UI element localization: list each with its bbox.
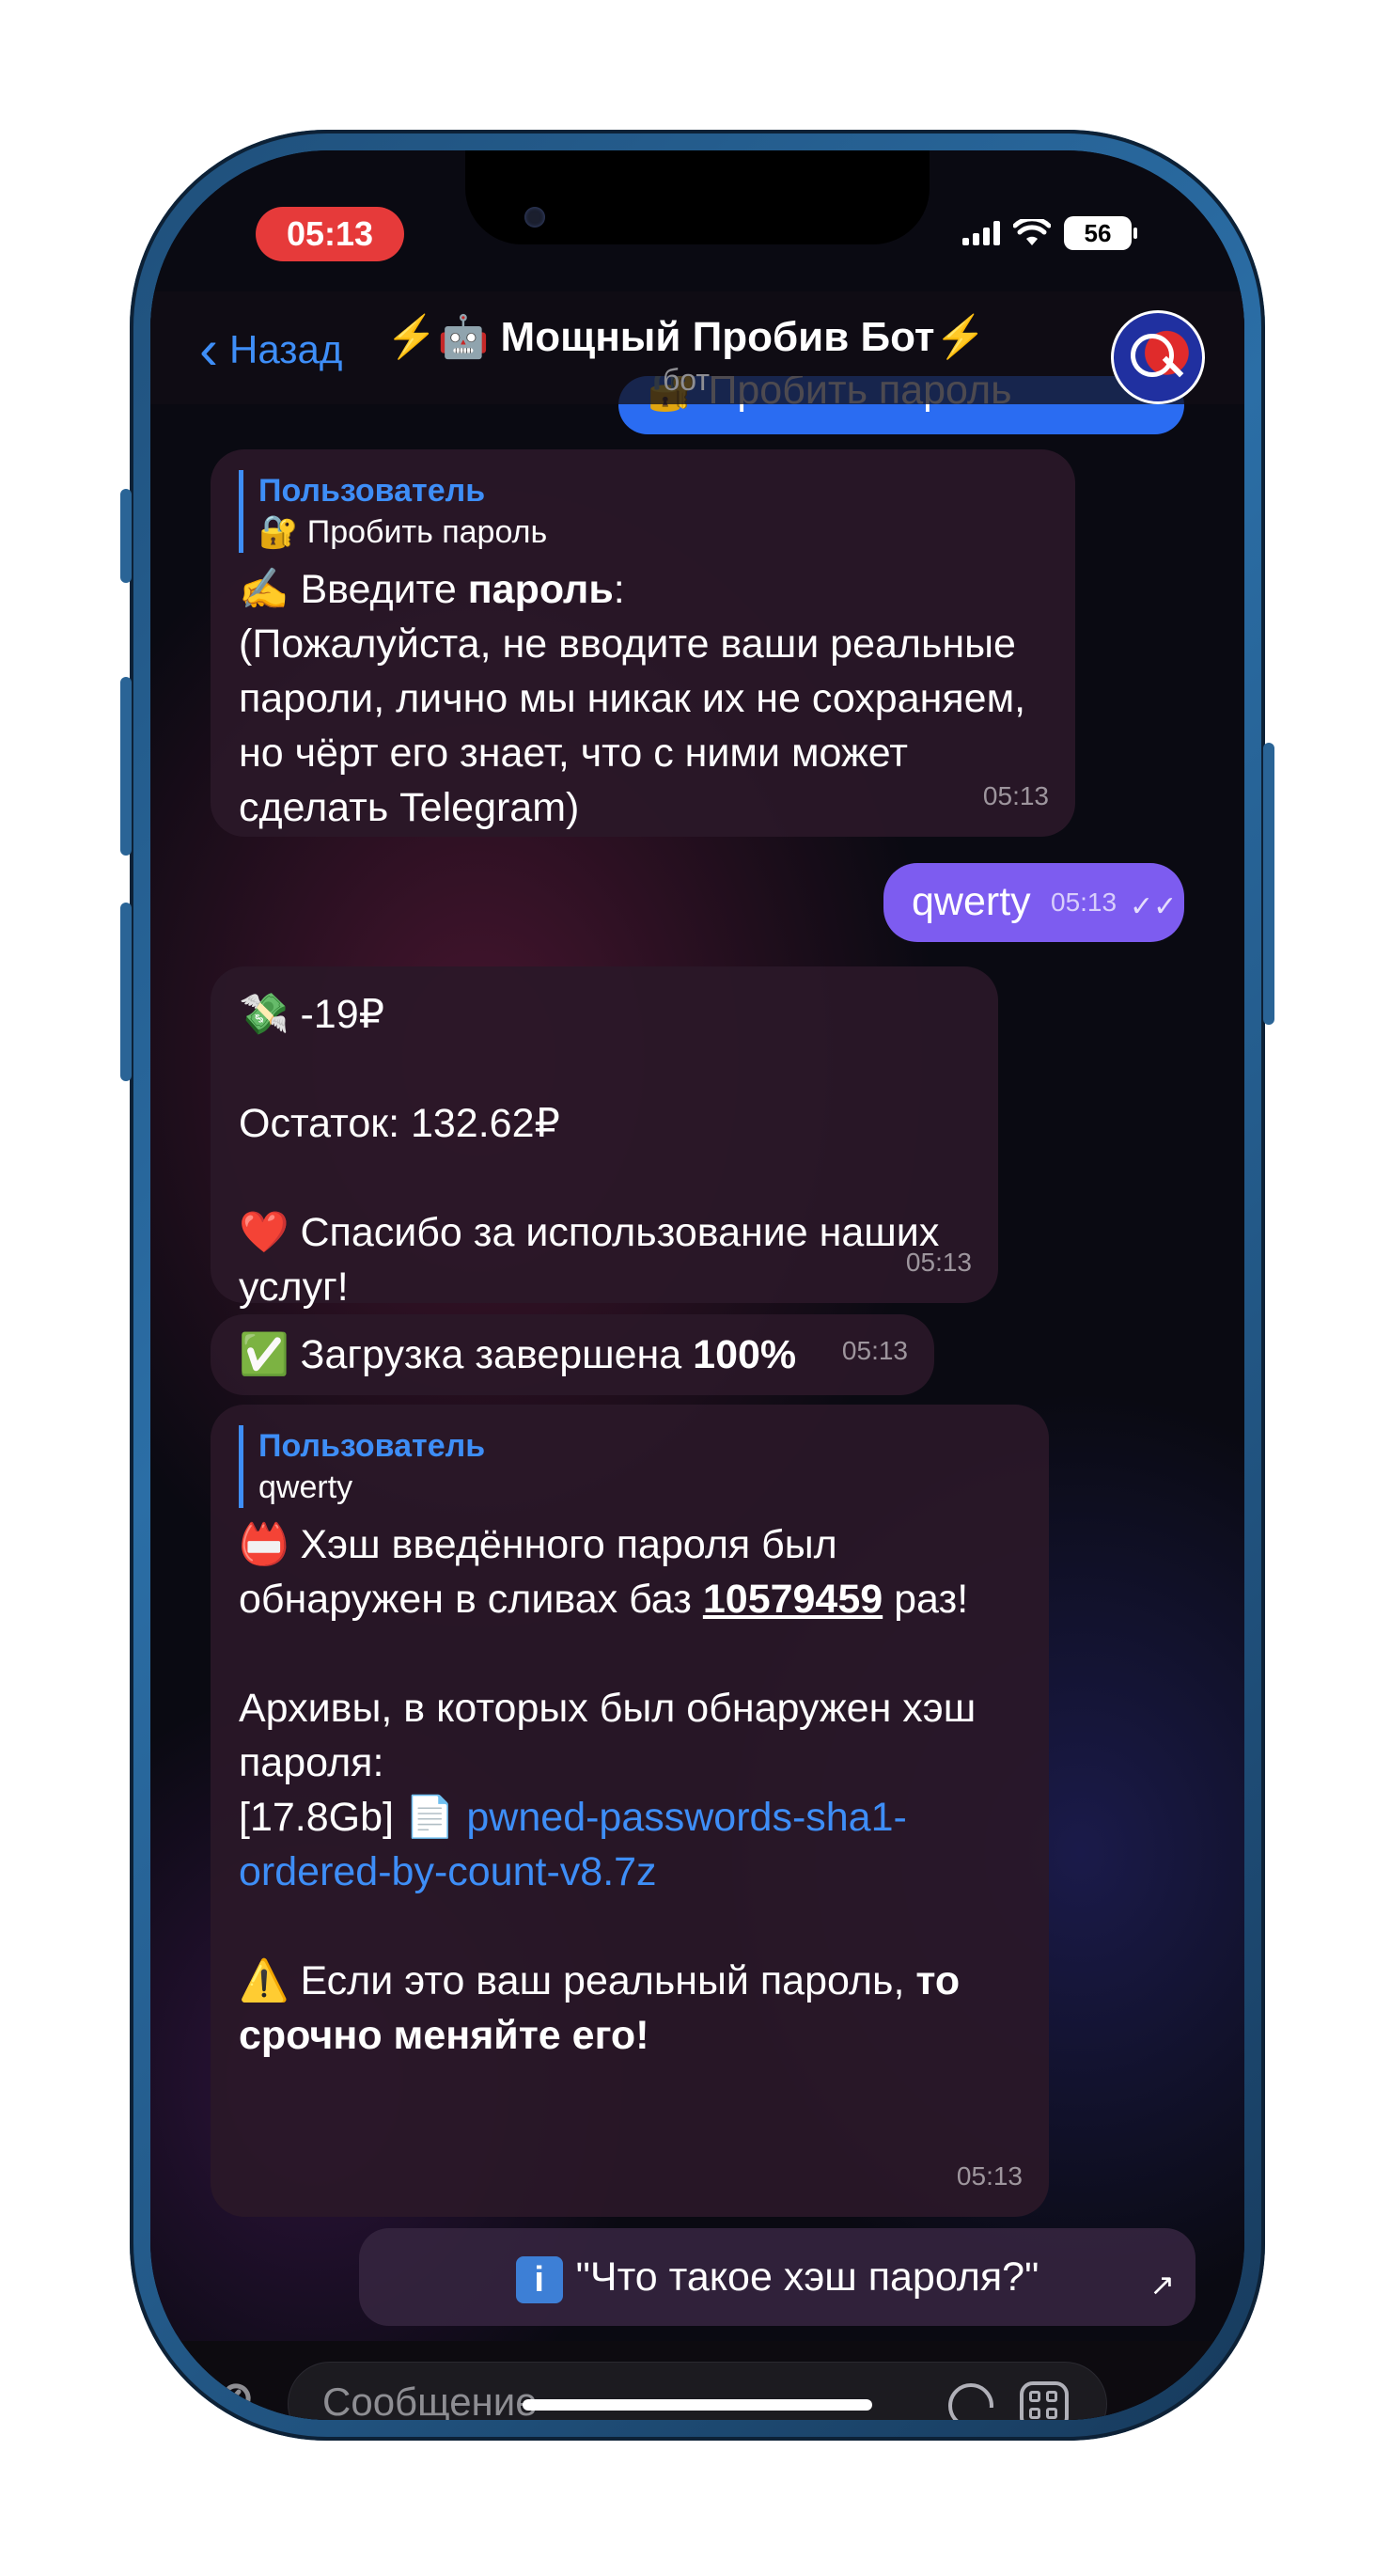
archive-size: [17.8Gb] 📄 bbox=[239, 1795, 467, 1840]
leak-count: 10579459 bbox=[702, 1577, 883, 1622]
paperclip-icon[interactable] bbox=[207, 2379, 254, 2420]
home-indicator[interactable] bbox=[523, 2399, 872, 2411]
message-body: (Пожалуйста, не вводите ваши реальные па… bbox=[239, 621, 1026, 830]
emoji-apps-icon[interactable] bbox=[1020, 2381, 1069, 2420]
cellular-signal-icon bbox=[962, 221, 1000, 245]
text-part: : bbox=[613, 567, 625, 612]
chat-subtitle: бот bbox=[662, 363, 711, 397]
archives-label: Архивы, в которых был обнаружен хэш паро… bbox=[239, 1686, 977, 1785]
incoming-message: 💸 -19₽ Остаток: 132.62₽ ❤️ Спасибо за ис… bbox=[211, 966, 998, 1310]
info-icon: i bbox=[515, 2255, 563, 2303]
battery-icon: 56 bbox=[1064, 216, 1137, 250]
microphone-stand bbox=[1179, 2394, 1218, 2420]
back-label: Назад bbox=[228, 327, 343, 371]
volume-up-button bbox=[120, 677, 132, 856]
status-indicators: 56 bbox=[962, 216, 1137, 250]
chevron-left-icon: ‹ bbox=[199, 318, 218, 381]
outgoing-message: qwerty 05:13 ✓✓ bbox=[883, 863, 1184, 942]
message-line: 💸 -19₽ bbox=[239, 992, 384, 1037]
wifi-icon bbox=[1013, 219, 1051, 245]
reply-author: Пользователь bbox=[258, 1428, 486, 1464]
dynamic-island bbox=[465, 150, 930, 244]
chat-header: ‹ Назад ⚡️🤖 Мощный Пробив Бот⚡️ бот bbox=[150, 291, 1244, 404]
text-part: ✅ Загрузка завершена bbox=[239, 1332, 694, 1377]
text-bold: пароль bbox=[467, 567, 614, 612]
inline-button-label: "Что такое хэш пароля?" bbox=[575, 2254, 1039, 2300]
message-time: 05:13 bbox=[905, 1248, 972, 1277]
status-time: 05:13 bbox=[256, 207, 404, 261]
paperclip-icon bbox=[211, 2383, 251, 2420]
message-line: ❤️ Спасибо за использование наших услуг! bbox=[239, 1210, 940, 1310]
volume-down-button bbox=[120, 903, 132, 1081]
warning-text: ⚠️ Если это ваш реальный пароль, то сроч… bbox=[239, 1954, 1021, 2063]
message-time: 05:13 bbox=[956, 2161, 1023, 2191]
incoming-message: ✅ Загрузка завершена 100% 05:13 bbox=[211, 1314, 934, 1395]
arrow-up-right-icon: ↗ bbox=[1149, 2268, 1175, 2301]
message-text: ✍️ Введите пароль: bbox=[239, 562, 1047, 617]
reply-text: qwerty bbox=[258, 1469, 353, 1505]
message-text: 📛 Хэш введённого пароля был обнаружен в … bbox=[239, 1517, 1021, 1626]
reply-preview[interactable]: Пользователь 🔐 Пробить пароль bbox=[239, 470, 1047, 553]
text-part: ✍️ Введите bbox=[239, 567, 468, 612]
message-input[interactable]: Сообщение bbox=[288, 2362, 1107, 2420]
text-bold: 100% bbox=[693, 1332, 797, 1377]
phone-screen: 🔐 Пробить пароль ‹ Назад ⚡️🤖 Мощный Проб… bbox=[150, 150, 1244, 2420]
archive-entry: [17.8Gb] 📄 pwned-passwords-sha1-ordered-… bbox=[239, 1790, 1021, 1899]
message-placeholder: Сообщение bbox=[322, 2380, 538, 2420]
chat-title-area[interactable]: ⚡️🤖 Мощный Пробив Бот⚡️ бот bbox=[376, 312, 996, 398]
read-checkmarks-icon: ✓✓ bbox=[1130, 891, 1178, 922]
reply-text: 🔐 Пробить пароль bbox=[258, 514, 548, 550]
sticker-icon[interactable] bbox=[948, 2383, 993, 2420]
front-camera bbox=[524, 207, 545, 228]
mute-switch bbox=[120, 489, 132, 583]
message-line: Остаток: 132.62₽ bbox=[239, 1101, 560, 1146]
back-button[interactable]: ‹ Назад bbox=[199, 322, 342, 378]
bot-avatar[interactable] bbox=[1111, 310, 1205, 404]
text-part: раз! bbox=[883, 1577, 969, 1622]
text-part: ⚠️ Если это ваш реальный пароль, bbox=[239, 1958, 916, 2003]
message-text: qwerty bbox=[912, 879, 1031, 924]
power-button bbox=[1263, 743, 1274, 1025]
reply-author: Пользователь bbox=[258, 473, 486, 509]
message-time: 05:13 bbox=[982, 781, 1049, 810]
chat-title: ⚡️🤖 Мощный Пробив Бот⚡️ bbox=[385, 314, 987, 360]
reply-preview[interactable]: Пользователь qwerty bbox=[239, 1425, 1021, 1508]
incoming-message: Пользователь 🔐 Пробить пароль ✍️ Введите… bbox=[211, 449, 1075, 837]
message-time: 05:13 bbox=[1051, 887, 1117, 917]
message-time: 05:13 bbox=[841, 1336, 908, 1365]
inline-button-what-is-hash[interactable]: i "Что такое хэш пароля?" ↗ bbox=[359, 2228, 1196, 2326]
incoming-message: Пользователь qwerty 📛 Хэш введённого пар… bbox=[211, 1405, 1049, 2217]
